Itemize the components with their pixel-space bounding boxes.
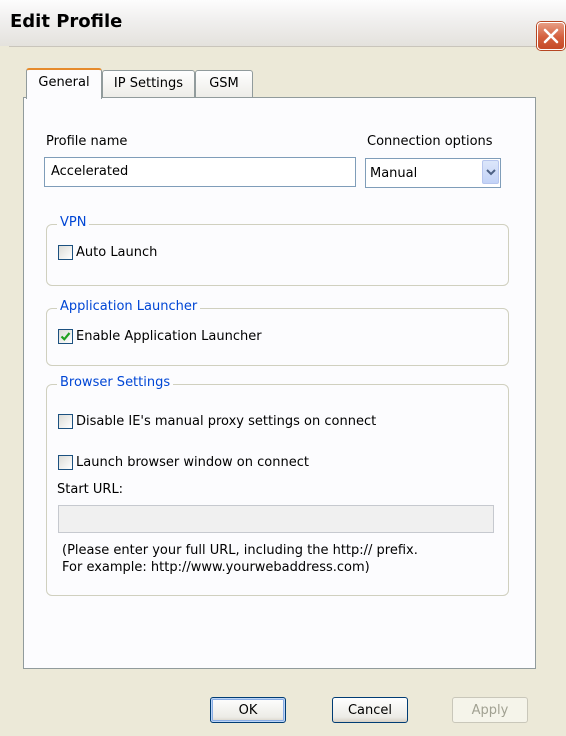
enable-application-launcher-checkbox[interactable]: [58, 329, 73, 344]
enable-application-launcher-label: Enable Application Launcher: [76, 329, 262, 344]
disable-proxy-label: Disable IE's manual proxy settings on co…: [76, 414, 377, 429]
tab-general-label: General: [38, 75, 90, 90]
ok-button[interactable]: OK: [210, 697, 286, 723]
auto-launch-label: Auto Launch: [76, 245, 158, 260]
tab-general[interactable]: General: [26, 68, 102, 99]
application-launcher-legend: Application Launcher: [57, 299, 201, 314]
start-url-label: Start URL:: [57, 482, 124, 497]
connection-options-select[interactable]: Manual: [365, 158, 501, 188]
apply-button[interactable]: Apply: [452, 697, 528, 723]
window-title: Edit Profile: [10, 11, 123, 32]
vpn-group-legend: VPN: [57, 215, 90, 230]
window-frame-left: [0, 46, 9, 736]
browser-settings-legend: Browser Settings: [57, 375, 174, 390]
tab-gsm-label: GSM: [209, 76, 239, 91]
tab-ip-settings-label: IP Settings: [113, 76, 184, 91]
tab-gsm[interactable]: GSM: [195, 70, 253, 99]
tab-ip-settings[interactable]: IP Settings: [102, 70, 195, 99]
connection-options-dropdown-button[interactable]: [482, 160, 499, 184]
cancel-button[interactable]: Cancel: [332, 697, 408, 723]
launch-browser-checkbox[interactable]: [58, 455, 73, 470]
edit-profile-dialog: Edit Profile General IP Settings GSM Pro…: [0, 0, 566, 736]
close-button[interactable]: [537, 22, 565, 50]
start-url-input[interactable]: [58, 505, 494, 533]
title-bar[interactable]: Edit Profile: [0, 0, 566, 50]
auto-launch-checkbox[interactable]: [58, 245, 73, 260]
profile-name-input[interactable]: Accelerated: [44, 157, 356, 187]
launch-browser-label: Launch browser window on connect: [76, 455, 309, 470]
start-url-hint-line1: (Please enter your full URL, including t…: [62, 543, 418, 558]
disable-proxy-checkbox[interactable]: [58, 414, 73, 429]
start-url-hint-line2: For example: http://www.yourwebaddress.c…: [62, 560, 370, 575]
connection-options-value: Manual: [370, 166, 418, 181]
connection-options-label: Connection options: [367, 134, 493, 149]
profile-name-label: Profile name: [46, 134, 128, 149]
